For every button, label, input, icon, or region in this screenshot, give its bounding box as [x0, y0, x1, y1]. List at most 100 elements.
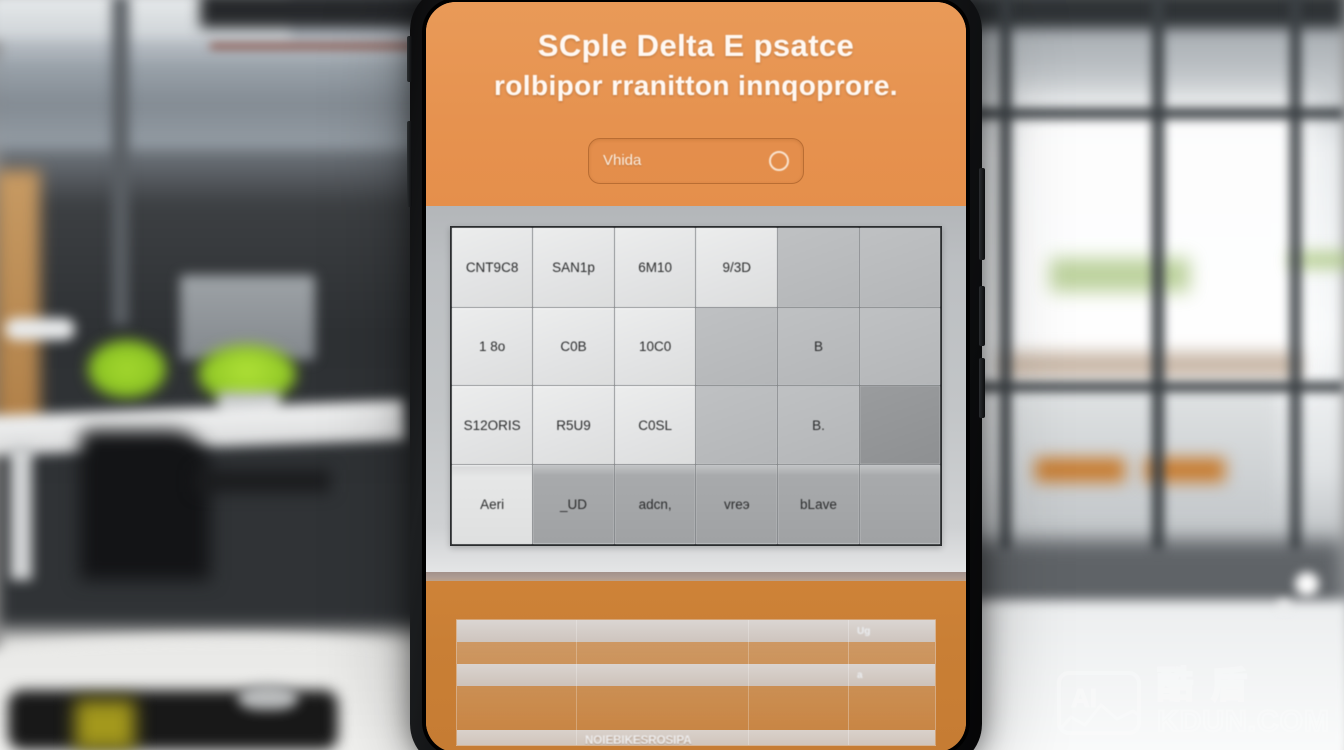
list-cell-2: [577, 708, 749, 730]
list-item[interactable]: [457, 686, 935, 708]
table-cell[interactable]: adcn,: [613, 463, 697, 546]
window-mullion-h1: [960, 108, 1344, 119]
list-cell-3: [749, 664, 849, 686]
list-item[interactable]: a: [457, 664, 935, 686]
list-cell-3: [749, 620, 849, 642]
table-cell[interactable]: 9/3D: [695, 226, 779, 309]
list-cell-1: [457, 708, 577, 730]
table-cell[interactable]: [858, 385, 942, 465]
data-table-panel: CNT9C8 SAN1p 6M10 9/3D 1 8o C0B 10C0 B S…: [426, 206, 966, 572]
list-cell-3: [749, 730, 849, 745]
keyboard-highlight: [75, 700, 135, 750]
list-item[interactable]: [457, 708, 935, 730]
glass-partition-band: [0, 58, 440, 148]
window-mullion-v1: [1000, 0, 1011, 550]
table-cell[interactable]: R5U9: [532, 385, 615, 465]
page-subtitle: rolbipor rranitton innqoprore.: [494, 69, 898, 101]
list-cell-2: [577, 686, 749, 708]
lower-section: Ug a NOIEBIKESROSIPA: [426, 572, 966, 750]
list-cell-4: [849, 708, 935, 730]
search-input-value[interactable]: Vhida: [603, 152, 769, 169]
table-cell[interactable]: S12ORIS: [450, 385, 534, 465]
list-cell-2: NOIEBIKESROSIPA: [577, 730, 749, 746]
list-cell-1: [457, 664, 577, 686]
search-input[interactable]: Vhida: [588, 137, 804, 184]
table-cell[interactable]: 6M10: [613, 226, 697, 309]
computer-mouse: [238, 684, 298, 710]
table-cell[interactable]: _UD: [532, 463, 615, 546]
list-cell-4: [849, 642, 935, 664]
desk-leg: [10, 445, 32, 580]
silent-switch[interactable]: [407, 36, 412, 82]
table-cell[interactable]: [858, 226, 942, 309]
table-row[interactable]: 1 8o C0B 10C0 B: [450, 307, 942, 387]
list-item-label: NOIEBIKESROSIPA: [585, 735, 692, 746]
list-cell-1: [457, 642, 577, 664]
foreground-surface-right: [950, 600, 1344, 750]
list-cell-1: [457, 620, 577, 642]
table-cell[interactable]: Aeri: [450, 463, 534, 546]
table-row[interactable]: S12ORIS R5U9 C0SL B.: [450, 385, 942, 465]
phone-bezel: SCple Delta E psatce rolbipor rranitton …: [422, 0, 970, 750]
volume-up-button[interactable]: [979, 286, 985, 346]
list-cell-2: [577, 642, 749, 664]
list-cell-4: Ug: [849, 620, 935, 642]
list-cell-4: a: [849, 664, 935, 686]
list-item[interactable]: NOIEBIKESROSIPA: [457, 730, 935, 746]
list-cell-2: [577, 620, 749, 642]
table-cell[interactable]: C0SL: [613, 385, 697, 465]
red-accent-line: [210, 44, 440, 49]
circle-icon[interactable]: [769, 150, 789, 171]
phone-screen: SCple Delta E psatce rolbipor rranitton …: [426, 2, 966, 750]
list-item[interactable]: Ug: [457, 620, 935, 642]
green-plant-left: [88, 340, 166, 398]
table-cell[interactable]: C0B: [532, 307, 615, 387]
data-table-body: CNT9C8 SAN1p 6M10 9/3D 1 8o C0B 10C0 B S…: [450, 226, 942, 546]
power-button[interactable]: [979, 168, 985, 260]
window-sill: [1000, 352, 1300, 378]
list-cell-3: [749, 708, 849, 730]
table-cell[interactable]: B.: [777, 385, 860, 465]
list-cell-1: [457, 686, 577, 708]
table-cell[interactable]: [858, 463, 942, 546]
table-cell[interactable]: [777, 226, 860, 309]
status-badge: a: [857, 669, 863, 681]
outdoor-greenery: [1050, 258, 1190, 292]
list-cell-3: [749, 642, 849, 664]
table-cell[interactable]: CNT9C8: [450, 226, 534, 309]
office-chair: [80, 430, 210, 580]
data-table: CNT9C8 SAN1p 6M10 9/3D 1 8o C0B 10C0 B S…: [450, 226, 942, 546]
desk-lamp: [5, 318, 75, 340]
list-card: Ug a NOIEBIKESROSIPA: [456, 619, 936, 746]
table-cell[interactable]: [695, 385, 779, 465]
left-side-button[interactable]: [407, 121, 412, 207]
window-mullion-v2: [1152, 0, 1164, 550]
table-cell[interactable]: vreэ: [695, 463, 779, 546]
section-divider: [426, 572, 966, 581]
wood-panel: [0, 170, 40, 430]
cabinet-orange-box-1: [1035, 458, 1125, 482]
page-title: SCple Delta E psatce: [537, 28, 855, 63]
list-item[interactable]: [457, 642, 935, 664]
table-cell[interactable]: 1 8o: [450, 307, 534, 387]
phone-device: SCple Delta E psatce rolbipor rranitton …: [407, 0, 985, 750]
table-row[interactable]: Aeri _UD adcn, vreэ bLave: [450, 463, 942, 546]
window-mullion-v3: [1290, 0, 1301, 550]
table-cell[interactable]: SAN1p: [532, 226, 615, 309]
structural-pillar: [112, 0, 129, 325]
bokeh-highlight-1: [1295, 572, 1319, 596]
table-cell[interactable]: B: [777, 307, 860, 387]
list-cell-4: [849, 686, 935, 708]
table-cell[interactable]: 10C0: [613, 307, 697, 387]
list-cell-2: [577, 664, 749, 686]
app-header: SCple Delta E psatce rolbipor rranitton …: [426, 2, 966, 206]
table-row[interactable]: CNT9C8 SAN1p 6M10 9/3D: [450, 226, 942, 309]
volume-down-button[interactable]: [979, 358, 985, 418]
table-cell[interactable]: bLave: [777, 463, 860, 546]
window-mullion-h2: [960, 382, 1344, 392]
app-root: SCple Delta E psatce rolbipor rranitton …: [426, 2, 966, 750]
table-cell[interactable]: [858, 307, 942, 387]
list-cell-4: [849, 730, 935, 745]
list-cell-1: [457, 730, 577, 745]
table-cell[interactable]: [695, 307, 779, 387]
